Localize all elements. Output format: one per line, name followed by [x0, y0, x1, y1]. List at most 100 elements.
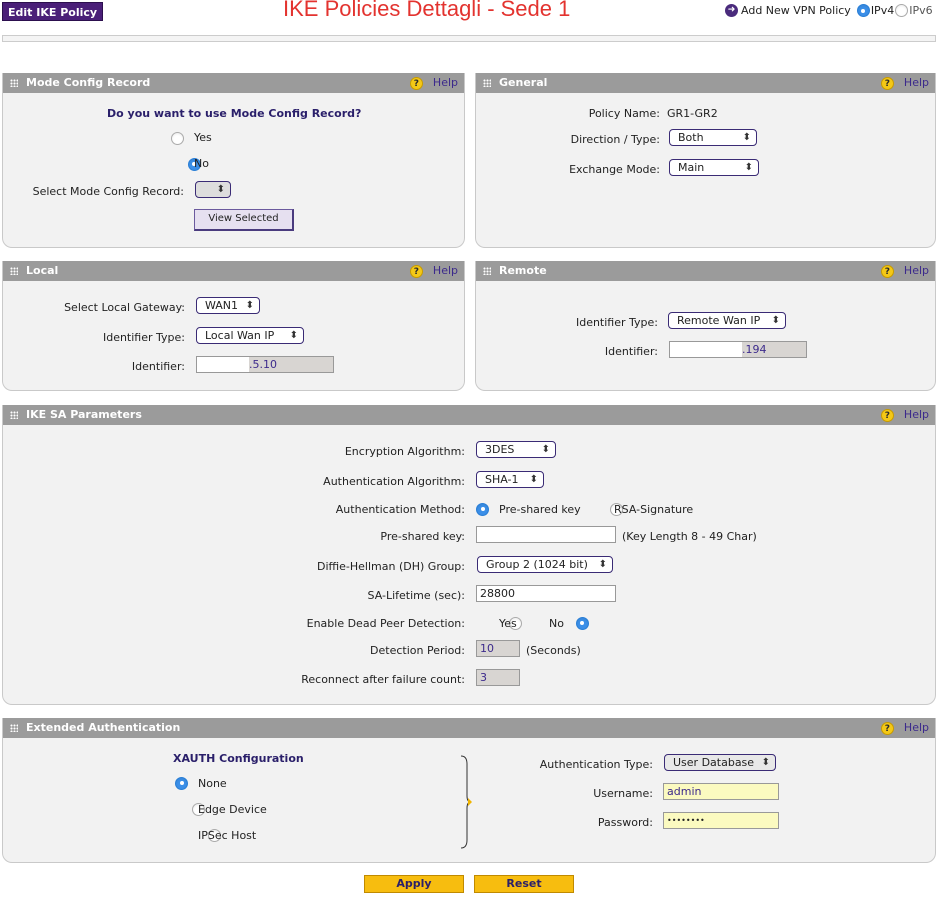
- edit-ike-policy-tab[interactable]: Edit IKE Policy: [2, 2, 104, 21]
- help-link[interactable]: ? Help: [880, 261, 929, 281]
- reset-button[interactable]: Reset: [474, 875, 574, 893]
- auth-method-label: Authentication Method:: [335, 503, 465, 516]
- mode-config-yes-radio[interactable]: [171, 131, 184, 145]
- detection-period-input[interactable]: 10: [476, 640, 520, 657]
- username-label: Username:: [593, 787, 653, 800]
- exchange-mode-select[interactable]: Main: [669, 159, 759, 176]
- grip-icon: [483, 267, 491, 275]
- remote-header: Remote ? Help: [476, 261, 935, 281]
- ike-sa-panel: IKE SA Parameters ? Help Encryption Algor…: [2, 405, 936, 705]
- mode-config-panel: Mode Config Record ? Help Do you want to …: [2, 73, 465, 248]
- auth-type-select[interactable]: User Database: [664, 754, 776, 771]
- sa-lifetime-input[interactable]: 28800: [476, 585, 616, 602]
- reconnect-label: Reconnect after failure count:: [301, 673, 465, 686]
- ike-sa-title: IKE SA Parameters: [26, 408, 142, 421]
- detection-period-label: Detection Period:: [370, 644, 465, 657]
- help-link[interactable]: ? Help: [880, 718, 929, 738]
- auth-algorithm-select[interactable]: SHA-1: [476, 471, 544, 488]
- encryption-select[interactable]: 3DES: [476, 441, 556, 458]
- auth-method-psk-radio[interactable]: [476, 502, 489, 516]
- help-icon: ?: [880, 722, 894, 735]
- local-gateway-label: Select Local Gateway:: [64, 301, 185, 314]
- mode-config-title: Mode Config Record: [26, 76, 151, 89]
- remote-identifier-label: Identifier:: [604, 345, 658, 358]
- help-icon: ?: [880, 77, 894, 90]
- remote-panel: Remote ? Help Identifier Type: Remote Wan…: [475, 261, 936, 391]
- local-identifier-type-select[interactable]: Local Wan IP: [196, 327, 304, 344]
- page-title: IKE Policies Dettagli - Sede 1: [283, 0, 571, 21]
- dh-group-select[interactable]: Group 2 (1024 bit): [477, 556, 613, 573]
- ipv4-label: IPv4: [870, 4, 895, 17]
- password-label: Password:: [597, 816, 653, 829]
- grip-icon: [483, 79, 491, 87]
- remote-identifier-input[interactable]: .194: [669, 341, 807, 358]
- help-link[interactable]: ? Help: [880, 73, 929, 93]
- policy-name-label: Policy Name:: [588, 107, 660, 120]
- grip-icon: [10, 267, 18, 275]
- direction-select[interactable]: Both: [669, 129, 757, 146]
- direction-label: Direction / Type:: [570, 133, 660, 146]
- mode-config-select[interactable]: [195, 181, 231, 198]
- mode-config-question: Do you want to use Mode Config Record?: [107, 107, 362, 120]
- add-vpn-policy-area: ➜ Add New VPN Policy IPv4 IPv6: [725, 4, 933, 17]
- username-input[interactable]: admin: [663, 783, 779, 800]
- reconnect-input[interactable]: 3: [476, 669, 520, 686]
- local-gateway-select[interactable]: WAN1: [196, 297, 260, 314]
- add-arrow-icon[interactable]: ➜: [725, 4, 738, 17]
- ike-sa-header: IKE SA Parameters ? Help: [3, 405, 935, 425]
- encryption-label: Encryption Algorithm:: [344, 445, 465, 458]
- help-link[interactable]: ? Help: [409, 73, 458, 93]
- progress-bar: [2, 35, 936, 42]
- remote-title: Remote: [499, 264, 547, 277]
- view-selected-button[interactable]: View Selected: [194, 209, 294, 231]
- preshared-key-label: Pre-shared key:: [380, 530, 465, 543]
- help-icon: ?: [409, 265, 423, 278]
- dpd-yes-label: Yes: [499, 617, 517, 630]
- xauth-config-heading: XAUTH Configuration: [173, 752, 304, 765]
- mode-config-header: Mode Config Record ? Help: [3, 73, 464, 93]
- local-identifier-input[interactable]: .5.10: [196, 356, 334, 373]
- local-panel: Local ?Help Select Local Gateway: WAN1 I…: [2, 261, 465, 391]
- password-input[interactable]: ••••••••: [663, 812, 779, 829]
- dpd-no-radio[interactable]: [575, 616, 589, 630]
- ipv6-label: IPv6: [909, 4, 933, 17]
- remote-identifier-type-label: Identifier Type:: [575, 316, 658, 329]
- help-link[interactable]: ? Help: [880, 405, 929, 425]
- xauth-none-label: None: [198, 777, 227, 790]
- remote-identifier-value: .194: [742, 343, 767, 356]
- dh-group-label: Diffie-Hellman (DH) Group:: [317, 560, 465, 573]
- help-icon: ?: [880, 265, 894, 278]
- auth-method-rsa-label: RSA-Signature: [614, 503, 694, 516]
- select-mode-config-label: Select Mode Config Record:: [32, 185, 184, 198]
- grip-icon: [10, 79, 18, 87]
- remote-identifier-mask: [670, 342, 742, 357]
- exchange-mode-label: Exchange Mode:: [569, 163, 660, 176]
- preshared-key-input[interactable]: [476, 526, 616, 543]
- auth-type-label: Authentication Type:: [539, 758, 653, 771]
- local-identifier-mask: [197, 357, 249, 372]
- add-vpn-policy-link[interactable]: Add New VPN Policy: [741, 4, 851, 17]
- local-identifier-type-label: Identifier Type:: [102, 331, 185, 344]
- apply-button[interactable]: Apply: [364, 875, 464, 893]
- mode-config-yes-label: Yes: [194, 131, 212, 144]
- policy-name-value: GR1-GR2: [667, 107, 718, 120]
- ipv6-radio[interactable]: [895, 4, 909, 17]
- ipv4-radio[interactable]: [856, 4, 870, 17]
- xauth-none-radio[interactable]: [175, 776, 188, 790]
- local-title: Local: [26, 264, 59, 277]
- auth-method-psk-label: Pre-shared key: [499, 503, 581, 516]
- help-icon: ?: [409, 77, 423, 90]
- brace-divider: [460, 755, 472, 849]
- xauth-header: Extended Authentication ? Help: [3, 718, 935, 738]
- grip-icon: [10, 411, 18, 419]
- mode-config-no-label: No: [194, 157, 209, 170]
- xauth-edge-label: Edge Device: [198, 803, 267, 816]
- general-panel: General ? Help Policy Name: GR1-GR2 Direc…: [475, 73, 936, 248]
- sa-lifetime-label: SA-Lifetime (sec):: [367, 589, 465, 602]
- xauth-panel: Extended Authentication ? Help XAUTH Conf…: [2, 718, 936, 863]
- help-icon: ?: [880, 409, 894, 422]
- help-link[interactable]: ? Help: [409, 261, 458, 281]
- remote-identifier-type-select[interactable]: Remote Wan IP: [668, 312, 786, 329]
- preshared-key-hint: (Key Length 8 - 49 Char): [622, 530, 757, 543]
- local-identifier-label: Identifier:: [131, 360, 185, 373]
